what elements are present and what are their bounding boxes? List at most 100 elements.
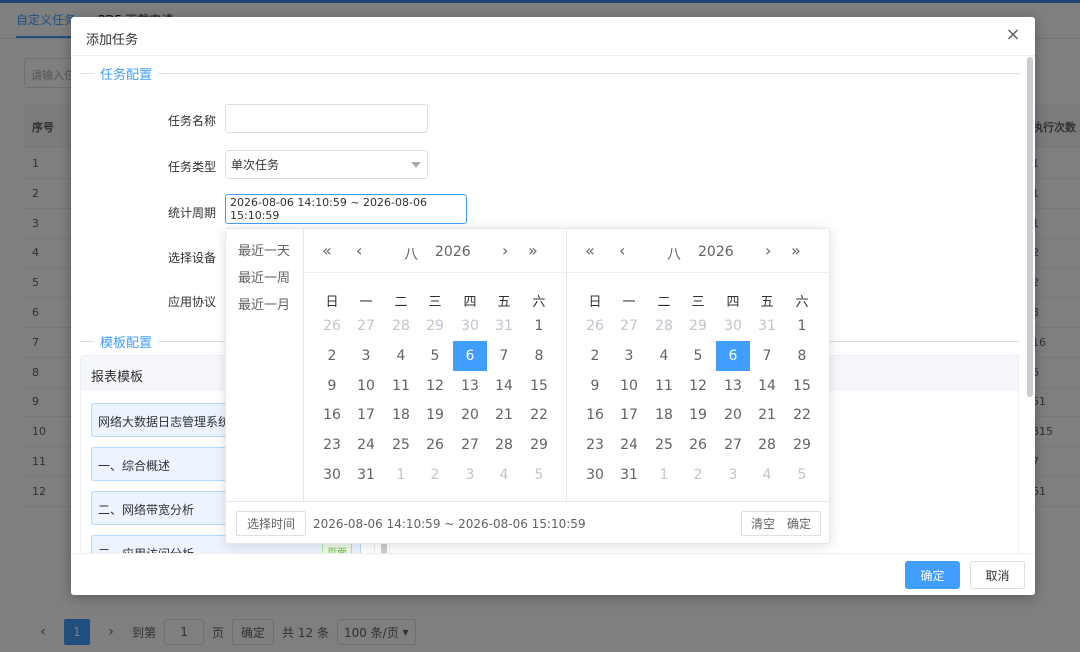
left-day-cell[interactable]: 4 xyxy=(487,460,521,490)
left-day-cell[interactable]: 28 xyxy=(384,311,418,341)
left-day-cell[interactable]: 31 xyxy=(349,460,383,490)
right-day-cell[interactable]: 21 xyxy=(750,400,784,430)
right-day-cell[interactable]: 29 xyxy=(785,430,819,460)
right-day-cell[interactable]: 19 xyxy=(681,400,715,430)
next-year-icon[interactable]: » xyxy=(791,241,801,260)
left-day-cell[interactable]: 22 xyxy=(522,400,556,430)
left-day-cell[interactable]: 30 xyxy=(453,311,487,341)
right-day-cell[interactable]: 1 xyxy=(647,460,681,490)
left-day-cell[interactable]: 27 xyxy=(349,311,383,341)
left-day-cell[interactable]: 4 xyxy=(384,341,418,371)
prev-year-icon[interactable]: « xyxy=(322,241,332,260)
next-year-icon[interactable]: » xyxy=(528,241,538,260)
right-day-cell[interactable]: 27 xyxy=(716,430,750,460)
right-day-cell[interactable]: 20 xyxy=(716,400,750,430)
right-day-cell[interactable]: 27 xyxy=(612,311,646,341)
left-day-cell[interactable]: 5 xyxy=(418,341,452,371)
shortcut-last-month[interactable]: 最近一月 xyxy=(238,294,290,313)
left-day-cell[interactable]: 18 xyxy=(384,400,418,430)
right-day-cell[interactable]: 22 xyxy=(785,400,819,430)
right-day-cell[interactable]: 4 xyxy=(750,460,784,490)
left-day-cell[interactable]: 26 xyxy=(418,430,452,460)
right-day-cell[interactable]: 13 xyxy=(716,371,750,401)
left-day-cell[interactable]: 7 xyxy=(487,341,521,371)
right-day-cell[interactable]: 30 xyxy=(578,460,612,490)
right-day-cell[interactable]: 16 xyxy=(578,400,612,430)
left-day-cell[interactable]: 11 xyxy=(384,371,418,401)
right-day-cell[interactable]: 11 xyxy=(647,371,681,401)
right-month-label[interactable]: 八 xyxy=(667,244,681,264)
right-day-cell[interactable]: 25 xyxy=(647,430,681,460)
left-day-cell[interactable]: 26 xyxy=(315,311,349,341)
left-day-cell[interactable]: 5 xyxy=(522,460,556,490)
left-day-cell[interactable]: 1 xyxy=(522,311,556,341)
right-day-cell[interactable]: 9 xyxy=(578,371,612,401)
shortcut-last-week[interactable]: 最近一周 xyxy=(238,267,290,286)
left-day-cell[interactable]: 8 xyxy=(522,341,556,371)
right-day-cell[interactable]: 2 xyxy=(578,341,612,371)
right-day-cell[interactable]: 14 xyxy=(750,371,784,401)
left-day-cell[interactable]: 10 xyxy=(349,371,383,401)
right-day-cell[interactable]: 3 xyxy=(612,341,646,371)
left-day-cell[interactable]: 21 xyxy=(487,400,521,430)
left-day-cell[interactable]: 25 xyxy=(384,430,418,460)
confirm-button[interactable]: 确定 xyxy=(905,561,960,589)
right-day-cell[interactable]: 31 xyxy=(612,460,646,490)
prev-month-icon[interactable]: ‹ xyxy=(356,241,362,260)
prev-month-icon[interactable]: ‹ xyxy=(619,241,625,260)
left-day-cell[interactable]: 9 xyxy=(315,371,349,401)
left-day-cell[interactable]: 20 xyxy=(453,400,487,430)
right-day-cell[interactable]: 5 xyxy=(681,341,715,371)
next-month-icon[interactable]: › xyxy=(765,241,771,260)
left-day-cell[interactable]: 17 xyxy=(349,400,383,430)
left-day-cell[interactable]: 14 xyxy=(487,371,521,401)
right-day-cell[interactable]: 7 xyxy=(750,341,784,371)
task-type-select[interactable]: 单次任务 xyxy=(225,150,428,179)
right-day-cell[interactable]: 15 xyxy=(785,371,819,401)
left-day-cell[interactable]: 24 xyxy=(349,430,383,460)
left-day-cell[interactable]: 31 xyxy=(487,311,521,341)
left-day-cell[interactable]: 15 xyxy=(522,371,556,401)
left-year-label[interactable]: 2026 xyxy=(435,244,471,260)
right-day-cell[interactable]: 17 xyxy=(612,400,646,430)
right-day-cell[interactable]: 26 xyxy=(681,430,715,460)
left-day-cell[interactable]: 30 xyxy=(315,460,349,490)
right-day-cell[interactable]: 8 xyxy=(785,341,819,371)
select-time-button[interactable]: 选择时间 xyxy=(236,511,307,536)
cancel-button[interactable]: 取消 xyxy=(970,561,1025,589)
left-day-cell[interactable]: 2 xyxy=(418,460,452,490)
left-day-cell[interactable]: 13 xyxy=(453,371,487,401)
right-day-cell[interactable]: 26 xyxy=(578,311,612,341)
period-range-input[interactable]: 2026-08-06 14:10:59 ~ 2026-08-06 15:10:5… xyxy=(225,194,467,224)
right-day-cell[interactable]: 4 xyxy=(647,341,681,371)
prev-year-icon[interactable]: « xyxy=(585,241,595,260)
left-day-cell[interactable]: 12 xyxy=(418,371,452,401)
left-day-cell[interactable]: 27 xyxy=(453,430,487,460)
right-day-cell[interactable]: 6 xyxy=(716,340,750,371)
shortcut-last-day[interactable]: 最近一天 xyxy=(238,240,290,259)
left-day-cell[interactable]: 3 xyxy=(453,460,487,490)
left-day-cell[interactable]: 29 xyxy=(522,430,556,460)
right-day-cell[interactable]: 2 xyxy=(681,460,715,490)
left-month-label[interactable]: 八 xyxy=(404,244,418,264)
right-day-cell[interactable]: 12 xyxy=(681,371,715,401)
right-day-cell[interactable]: 3 xyxy=(716,460,750,490)
right-day-cell[interactable]: 29 xyxy=(681,311,715,341)
right-year-label[interactable]: 2026 xyxy=(698,244,734,260)
left-day-cell[interactable]: 3 xyxy=(349,341,383,371)
right-day-cell[interactable]: 31 xyxy=(750,311,784,341)
right-day-cell[interactable]: 30 xyxy=(716,311,750,341)
left-day-cell[interactable]: 29 xyxy=(418,311,452,341)
left-day-cell[interactable]: 23 xyxy=(315,430,349,460)
right-day-cell[interactable]: 1 xyxy=(785,311,819,341)
left-day-cell[interactable]: 2 xyxy=(315,341,349,371)
left-day-cell[interactable]: 16 xyxy=(315,400,349,430)
dialog-scrollbar[interactable] xyxy=(1027,57,1033,397)
right-day-cell[interactable]: 28 xyxy=(750,430,784,460)
right-day-cell[interactable]: 28 xyxy=(647,311,681,341)
next-month-icon[interactable]: › xyxy=(502,241,508,260)
close-icon[interactable]: × xyxy=(1003,25,1023,45)
left-day-cell[interactable]: 19 xyxy=(418,400,452,430)
right-day-cell[interactable]: 5 xyxy=(785,460,819,490)
right-day-cell[interactable]: 18 xyxy=(647,400,681,430)
